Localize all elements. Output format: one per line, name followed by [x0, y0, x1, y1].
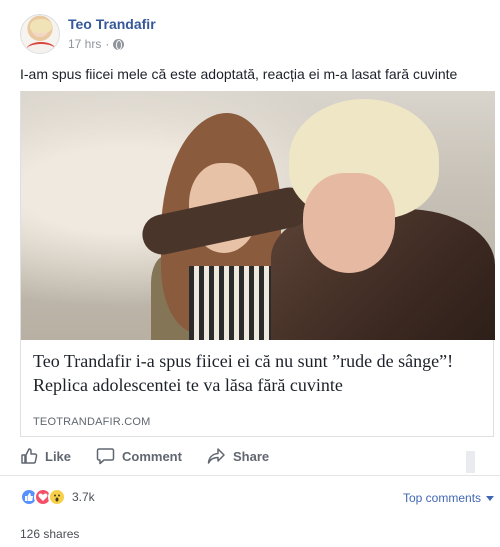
- author-name[interactable]: Teo Trandafir: [68, 16, 156, 32]
- link-title[interactable]: Teo Trandafir i-a spus fiicei ei că nu s…: [33, 349, 485, 397]
- share-label: Share: [233, 448, 270, 464]
- like-button[interactable]: Like: [20, 447, 71, 465]
- share-button[interactable]: Share: [207, 447, 269, 465]
- globe-icon[interactable]: [113, 38, 125, 50]
- wow-reaction-icon: [48, 488, 66, 506]
- post-meta: 17 hrs ·: [68, 37, 125, 51]
- meta-separator: ·: [105, 37, 110, 51]
- share-arrow-icon: [207, 447, 226, 465]
- top-comments-label: Top comments: [403, 491, 482, 505]
- comment-label: Comment: [122, 448, 182, 464]
- link-preview-card[interactable]: Teo Trandafir i-a spus fiicei ei că nu s…: [20, 91, 495, 437]
- post-header: Teo Trandafir 17 hrs ·: [20, 14, 480, 54]
- divider: [0, 475, 500, 476]
- thumbs-up-icon: [20, 447, 38, 465]
- top-comments-dropdown[interactable]: Top comments: [403, 491, 495, 505]
- link-preview-image[interactable]: [21, 91, 495, 340]
- shares-count[interactable]: 126 shares: [20, 527, 79, 541]
- comment-bubble-icon: [96, 447, 115, 465]
- comment-button[interactable]: Comment: [96, 447, 182, 465]
- scroll-handle[interactable]: [466, 451, 475, 473]
- author-avatar[interactable]: [20, 14, 60, 54]
- link-domain: TEOTRANDAFIR.COM: [33, 416, 151, 428]
- reactions-summary[interactable]: 3.7k: [20, 487, 95, 507]
- caret-down-icon: [486, 495, 495, 501]
- post-actions: Like Comment Share: [20, 447, 480, 469]
- feed-post: Teo Trandafir 17 hrs · I-am spus fiicei …: [0, 0, 500, 547]
- post-text: I-am spus fiicei mele că este adoptată, …: [20, 66, 458, 82]
- post-time[interactable]: 17 hrs: [68, 37, 101, 51]
- reaction-count[interactable]: 3.7k: [72, 490, 95, 504]
- like-label: Like: [45, 448, 72, 464]
